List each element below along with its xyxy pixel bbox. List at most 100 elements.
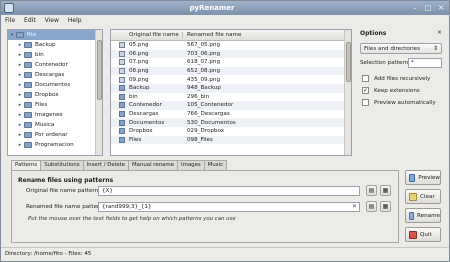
quit-button[interactable]: Quit <box>405 227 441 242</box>
minimize-icon[interactable]: – <box>410 3 420 13</box>
tab-substitutions[interactable]: Substitutions <box>40 160 84 170</box>
tree-item[interactable]: ▸ Descargas <box>8 70 102 80</box>
folder-icon <box>24 82 32 88</box>
expander-closed-icon[interactable]: ▸ <box>16 112 24 118</box>
menu-help[interactable]: Help <box>68 17 82 24</box>
options-title: Options <box>360 30 387 37</box>
menu-view[interactable]: View <box>45 17 59 24</box>
tree-item[interactable]: ▸ Por ordenar <box>8 130 102 140</box>
selection-pattern-input[interactable]: * <box>408 58 442 68</box>
rename-button[interactable]: Rename <box>405 208 441 223</box>
file-list-scrollbar-thumb[interactable] <box>346 42 351 82</box>
patterns-hint: Put the mouse over the text fields to ge… <box>28 216 236 222</box>
tree-scrollbar-thumb[interactable] <box>97 40 102 100</box>
file-row[interactable]: Contenedor 105_Contenedor <box>111 101 351 110</box>
keep-extensions-checkbox[interactable]: ✓ Keep extensions <box>362 87 420 94</box>
file-original-name: 08.png <box>129 68 149 75</box>
recursive-checkbox[interactable]: Add files recursively <box>362 75 430 82</box>
file-row[interactable]: 08.png 652_08.png <box>111 66 351 76</box>
menu-file[interactable]: File <box>5 17 15 24</box>
file-list-scrollbar[interactable] <box>344 30 351 155</box>
file-list[interactable]: Original file name Renamed file name 05.… <box>110 29 352 156</box>
checkbox-unchecked-icon[interactable] <box>362 75 369 82</box>
preview-button[interactable]: Preview <box>405 170 441 185</box>
filter-select-value: Files and directories <box>364 46 420 52</box>
options-pane: Options × Files and directories ⇕ Select… <box>358 29 444 156</box>
filter-select[interactable]: Files and directories ⇕ <box>360 43 442 54</box>
expander-closed-icon[interactable]: ▸ <box>16 62 24 68</box>
checkbox-checked-icon[interactable]: ✓ <box>362 87 369 94</box>
folder-icon <box>24 92 32 98</box>
tab-strip: Patterns Substitutions Insert / Delete M… <box>11 160 228 171</box>
expander-closed-icon[interactable]: ▸ <box>16 142 24 148</box>
folder-icon <box>24 142 32 148</box>
folder-icon <box>24 52 32 58</box>
preview-icon <box>409 173 416 182</box>
file-renamed-name: 530_Documentos <box>187 119 236 126</box>
expander-closed-icon[interactable]: ▸ <box>16 132 24 138</box>
auto-preview-label: Preview automatically <box>374 99 436 106</box>
pattern-save-icon[interactable]: ▤ <box>366 185 377 196</box>
expander-closed-icon[interactable]: ▸ <box>16 72 24 78</box>
tree-scrollbar[interactable] <box>95 30 102 155</box>
pattern-open-icon[interactable]: ▦ <box>380 201 391 212</box>
col-original-header[interactable]: Original file name <box>111 32 183 38</box>
pattern-save-icon[interactable]: ▤ <box>366 201 377 212</box>
expander-closed-icon[interactable]: ▸ <box>16 122 24 128</box>
expander-closed-icon[interactable]: ▸ <box>16 42 24 48</box>
tree-item[interactable]: ▸ Programacion <box>8 140 102 150</box>
col-renamed-header[interactable]: Renamed file name <box>183 32 241 38</box>
directory-tree[interactable]: ▾ fito ▸ Backup ▸ bin ▸ Contenedor ▸ Descargas ▸… <box>7 29 103 156</box>
folder-icon <box>119 102 125 109</box>
original-pattern-input[interactable]: {X} <box>98 186 360 196</box>
file-row[interactable]: 06.png 703_06.png <box>111 49 351 59</box>
tree-item[interactable]: ▸ Backup <box>8 40 102 50</box>
file-row[interactable]: Backup 948_Backup <box>111 83 351 93</box>
tree-item[interactable]: ▸ bin <box>8 50 102 60</box>
expander-closed-icon[interactable]: ▸ <box>16 52 24 58</box>
file-renamed-name: 618_07.png <box>187 59 221 66</box>
tree-item[interactable]: ▸ Musica <box>8 120 102 130</box>
tree-root[interactable]: ▾ fito <box>8 30 102 40</box>
file-original-cell: 07.png <box>111 59 183 66</box>
menu-edit[interactable]: Edit <box>24 17 36 24</box>
tree-item[interactable]: ▸ Dropbox <box>8 90 102 100</box>
options-close-icon[interactable]: × <box>437 29 442 36</box>
auto-preview-checkbox[interactable]: Preview automatically <box>362 99 436 106</box>
expander-closed-icon[interactable]: ▸ <box>16 82 24 88</box>
file-row[interactable]: 09.png 435_09.png <box>111 75 351 84</box>
file-row[interactable]: Documentos 530_Documentos <box>111 118 351 127</box>
clear-field-icon[interactable]: ✕ <box>352 203 357 210</box>
tree-item-label: Contenedor <box>35 62 68 68</box>
file-row[interactable]: Descargas 766_Descargas <box>111 110 351 119</box>
tab-insert-delete[interactable]: Insert / Delete <box>82 160 129 170</box>
checkbox-unchecked-icon[interactable] <box>362 99 369 106</box>
tree-root-label: fito <box>27 32 37 38</box>
file-row[interactable]: 07.png 618_07.png <box>111 58 351 67</box>
expander-open-icon[interactable]: ▾ <box>8 32 16 38</box>
patterns-title: Rename files using patterns <box>18 177 114 184</box>
tab-music[interactable]: Music <box>203 160 228 170</box>
file-row[interactable]: Files 098_Files <box>111 135 351 145</box>
tab-images[interactable]: Images <box>177 160 205 170</box>
close-icon[interactable]: ✕ <box>436 3 446 13</box>
renamed-pattern-input[interactable]: {rand999;3}_{1} <box>98 202 360 212</box>
clear-button[interactable]: Clear <box>405 189 441 204</box>
tree-item[interactable]: ▸ Documentos <box>8 80 102 90</box>
file-row[interactable]: bin 296_bin <box>111 93 351 102</box>
file-row[interactable]: 05.png 567_05.png <box>111 41 351 50</box>
tree-item[interactable]: ▸ Files <box>8 100 102 110</box>
pattern-open-icon[interactable]: ▦ <box>380 185 391 196</box>
folder-icon <box>24 62 32 68</box>
folder-icon <box>119 119 125 126</box>
expander-closed-icon[interactable]: ▸ <box>16 102 24 108</box>
maximize-icon[interactable]: □ <box>423 3 433 13</box>
file-original-name: Files <box>129 136 142 143</box>
tree-item[interactable]: ▸ Contenedor <box>8 60 102 70</box>
expander-closed-icon[interactable]: ▸ <box>16 92 24 98</box>
file-icon <box>119 68 125 75</box>
tree-item[interactable]: ▸ Imagenes <box>8 110 102 120</box>
file-row[interactable]: Dropbox 029_Dropbox <box>111 127 351 136</box>
file-original-name: 09.png <box>129 76 149 83</box>
tab-manual-rename[interactable]: Manual rename <box>127 160 178 170</box>
